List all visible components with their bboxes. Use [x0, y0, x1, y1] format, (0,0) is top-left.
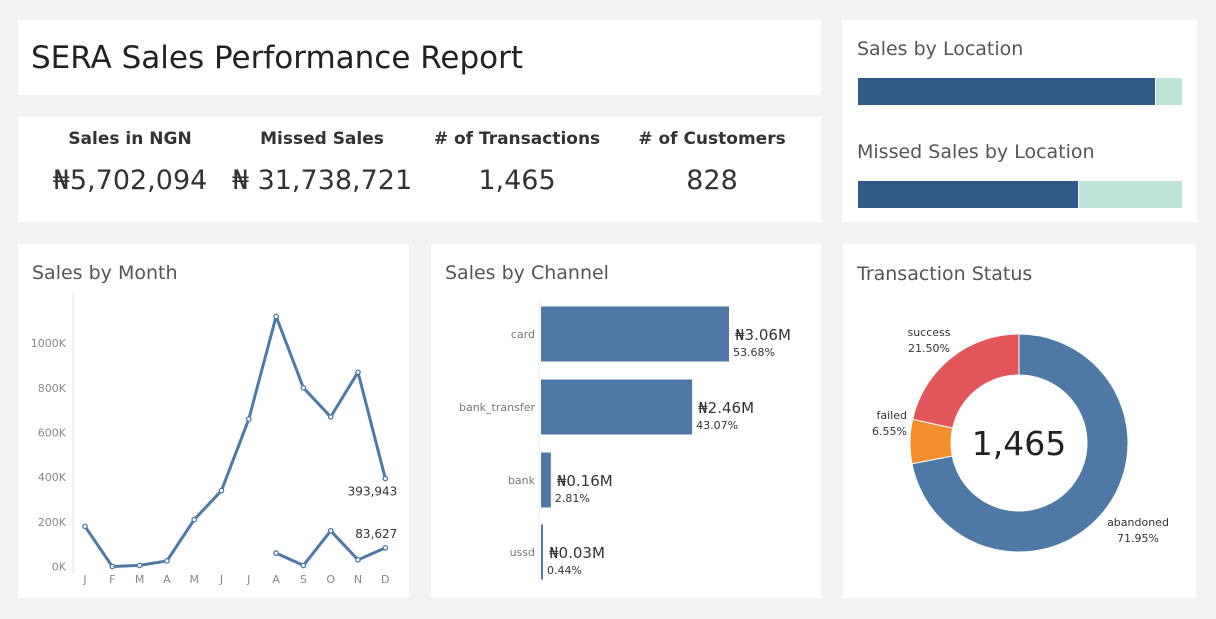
- data-point: [218, 487, 225, 494]
- kpi-missed-value: ₦ 31,738,721: [231, 165, 413, 196]
- x-tick-label: O: [326, 573, 335, 586]
- channel-category-label: bank: [508, 474, 536, 487]
- channel-percent-label: 53.68%: [733, 346, 775, 359]
- sales-by-channel-panel: Sales by Channel card ₦3.06M 53.68% bank_tr…: [431, 244, 821, 598]
- sales-by-location-bar[interactable]: [858, 78, 1182, 105]
- y-tick-label: 0K: [52, 561, 67, 574]
- data-point: [191, 516, 198, 523]
- channel-percent-label: 43.07%: [696, 419, 738, 432]
- donut-center-value: 1,465: [972, 424, 1066, 463]
- channel-category-label: card: [511, 328, 535, 341]
- missed-sales-by-location-bar[interactable]: [858, 181, 1182, 208]
- sales-location-segment-2[interactable]: [1155, 78, 1182, 105]
- kpi-customers-label: # of Customers: [638, 129, 786, 149]
- status-category-label: failed: [877, 409, 907, 422]
- channel-bar: [541, 524, 543, 580]
- x-tick-label: A: [163, 573, 171, 586]
- location-panel: Sales by Location Missed Sales by Locati…: [842, 20, 1197, 222]
- data-point: [273, 550, 279, 556]
- x-tick-label: D: [381, 573, 389, 586]
- channel-percent-label: 0.44%: [547, 564, 582, 577]
- status-category-label: success: [907, 326, 950, 339]
- channel-value-label: ₦0.03M: [549, 544, 605, 562]
- data-point: [327, 414, 334, 420]
- kpi-missed-label: Missed Sales: [260, 129, 384, 149]
- channel-category-label: ussd: [510, 546, 535, 559]
- data-point: [273, 313, 279, 320]
- x-tick-label: F: [109, 573, 115, 586]
- data-point: [109, 563, 116, 570]
- data-point: [164, 558, 170, 564]
- channel-bar: [541, 306, 729, 362]
- sales-by-channel-chart: card ₦3.06M 53.68% bank_transfer ₦2.46M 43.07…: [459, 299, 791, 584]
- data-point: [327, 527, 334, 534]
- sales-by-location-title: Sales by Location: [857, 38, 1024, 60]
- y-tick-label: 600K: [38, 427, 67, 440]
- y-tick-label: 400K: [38, 471, 67, 484]
- data-point: [382, 475, 389, 482]
- data-point: [355, 556, 361, 563]
- kpi-sales-label: Sales in NGN: [68, 129, 192, 149]
- end-value-label: 393,943: [348, 485, 398, 499]
- channel-value-label: ₦2.46M: [698, 399, 754, 417]
- missed-location-segment-2[interactable]: [1077, 181, 1182, 208]
- data-point: [355, 369, 361, 376]
- x-tick-label: J: [246, 573, 250, 586]
- kpi-transactions-value: 1,465: [478, 165, 556, 196]
- status-percent-label: 6.55%: [872, 425, 907, 438]
- data-point: [245, 416, 252, 422]
- y-tick-label: 200K: [38, 516, 67, 529]
- kpi-customers-value: 828: [686, 165, 738, 196]
- status-percent-label: 71.95%: [1117, 532, 1159, 545]
- sales-by-month-panel: Sales by Month 0K 200K 400K 600K 800K 1000K J F…: [18, 244, 409, 598]
- x-tick-label: M: [135, 573, 145, 586]
- channel-value-label: ₦3.06M: [735, 326, 791, 344]
- series-line: [83, 314, 387, 569]
- page-title: SERA Sales Performance Report: [31, 40, 524, 76]
- x-tick-label: A: [272, 573, 280, 586]
- header-panel: SERA Sales Performance Report: [18, 20, 821, 95]
- data-point: [82, 523, 88, 530]
- channel-percent-label: 2.81%: [555, 492, 590, 505]
- kpi-transactions-label: # of Transactions: [433, 129, 601, 149]
- data-point: [300, 384, 307, 391]
- y-tick-label: 1000K: [31, 337, 67, 350]
- missed-location-segment-1[interactable]: [858, 181, 1078, 208]
- status-category-label: abandoned: [1107, 516, 1169, 529]
- channel-value-label: ₦0.16M: [557, 472, 613, 490]
- x-tick-label: J: [82, 573, 86, 586]
- kpi-panel: Sales in NGN ₦5,702,094 Missed Sales ₦ 3…: [18, 117, 821, 222]
- data-point: [300, 562, 307, 569]
- kpi-sales-value: ₦5,702,094: [52, 165, 208, 196]
- end-value-label: 83,627: [355, 527, 397, 541]
- status-percent-label: 21.50%: [908, 342, 950, 355]
- channel-bar: [541, 452, 551, 508]
- sales-by-month-chart: 0K 200K 400K 600K 800K 1000K J F M A M J J A S O N D 393,9…: [31, 294, 398, 586]
- transaction-status-panel: Transaction Status abandoned 71.95% failed…: [843, 244, 1196, 598]
- transaction-status-chart: abandoned 71.95% failed 6.55% success 21.50% 1…: [872, 326, 1169, 553]
- y-tick-label: 800K: [38, 382, 67, 395]
- x-tick-label: S: [300, 573, 307, 586]
- missed-sales-by-location-title: Missed Sales by Location: [857, 141, 1095, 163]
- channel-category-label: bank_transfer: [459, 401, 535, 414]
- x-tick-label: J: [219, 573, 223, 586]
- data-point: [136, 562, 143, 569]
- data-point: [382, 545, 389, 551]
- sales-location-segment-1[interactable]: [858, 78, 1156, 105]
- channel-bar: [541, 379, 693, 435]
- x-tick-label: M: [189, 573, 199, 586]
- x-tick-label: N: [354, 573, 362, 586]
